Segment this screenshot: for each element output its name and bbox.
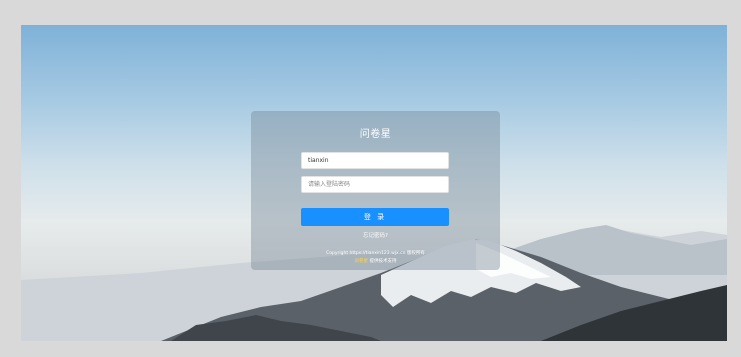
copyright-text: Copyright https://tianxin123.wjx.cn 版权所有	[326, 251, 425, 256]
password-input[interactable]	[301, 176, 449, 193]
copyright-footer: Copyright https://tianxin123.wjx.cn 版权所有…	[251, 250, 500, 266]
brand-link[interactable]: 问卷星	[355, 259, 369, 264]
login-panel: 问卷星 登 录 忘记密码? Copyright https://tianxin1…	[251, 111, 500, 270]
support-text: 提供技术支持	[369, 259, 397, 264]
app-title: 问卷星	[359, 129, 392, 140]
username-input[interactable]	[301, 152, 449, 169]
forgot-password-link[interactable]: 忘记密码?	[251, 231, 500, 239]
support-line: 问卷星 提供技术支持	[251, 258, 500, 266]
login-button[interactable]: 登 录	[301, 208, 449, 226]
background-landscape: 问卷星 登 录 忘记密码? Copyright https://tianxin1…	[21, 25, 727, 341]
